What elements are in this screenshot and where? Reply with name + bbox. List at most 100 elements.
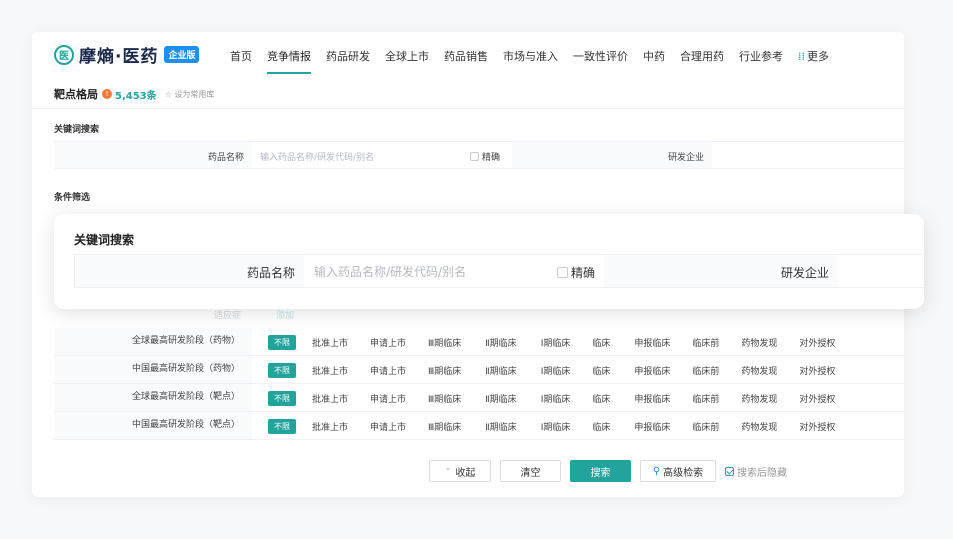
nav-item-drug-rd[interactable]: 药品研发	[326, 48, 370, 64]
collapse-label: 收起	[455, 467, 476, 479]
drug-name-placeholder: 输入药品名称/研发代码/别名	[260, 153, 375, 163]
company-input[interactable]	[712, 142, 904, 168]
nav-item-global-launch[interactable]: 全球上市	[385, 48, 429, 64]
phase-option[interactable]: 对外授权	[799, 420, 835, 433]
page-title: 靶点格局	[54, 88, 98, 101]
filter-section-title: 条件筛选	[54, 193, 91, 203]
unlimited-tag[interactable]: 不限	[268, 419, 296, 434]
nav-item-industry-ref[interactable]: 行业参考	[739, 48, 783, 64]
phase-option[interactable]: 批准上市	[312, 420, 348, 433]
phase-option[interactable]: Ⅱ期临床	[485, 336, 516, 349]
phase-option[interactable]: 申报临床	[634, 392, 670, 405]
phase-option[interactable]: 申报临床	[634, 336, 670, 349]
set-favorite-button[interactable]: ☆ 设为常用库	[165, 89, 215, 100]
phase-option[interactable]: 临床前	[692, 364, 719, 377]
keyword-section-title: 关键词搜索	[54, 125, 100, 135]
keyword-row: 药品名称 输入药品名称/研发代码/别名 精确 研发企业	[54, 141, 904, 169]
phase-option[interactable]: Ⅰ期临床	[541, 364, 571, 377]
nav-item-rational-use[interactable]: 合理用药	[680, 48, 724, 64]
unlimited-tag[interactable]: 不限	[268, 335, 296, 350]
unlimited-tag[interactable]: 不限	[268, 363, 296, 378]
phase-option[interactable]: 对外授权	[799, 392, 835, 405]
phase-option[interactable]: 临床前	[692, 420, 719, 433]
add-indication-link[interactable]: 添加	[276, 308, 294, 321]
nav-item-drug-sales[interactable]: 药品销售	[444, 48, 488, 64]
phase-options: 不限 批准上市 申请上市 Ⅲ期临床 Ⅱ期临床 Ⅰ期临床 临床 申报临床 临床前 …	[268, 391, 835, 406]
phase-option[interactable]: 批准上市	[312, 336, 348, 349]
phase-option[interactable]: 对外授权	[799, 336, 835, 349]
phase-option[interactable]: Ⅱ期临床	[485, 364, 516, 377]
phase-options: 不限 批准上市 申请上市 Ⅲ期临床 Ⅱ期临床 Ⅰ期临床 临床 申报临床 临床前 …	[268, 363, 835, 378]
exact-label: 精确	[482, 153, 501, 163]
phase-option[interactable]: Ⅰ期临床	[541, 392, 571, 405]
unlimited-tag[interactable]: 不限	[268, 391, 296, 406]
phase-option[interactable]: Ⅱ期临床	[485, 392, 516, 405]
phase-row-label: 全球最高研发阶段（药物）	[54, 328, 252, 355]
phase-option[interactable]: Ⅰ期临床	[541, 420, 571, 433]
nav-item-market-access[interactable]: 市场与准入	[503, 48, 558, 64]
phase-option[interactable]: 批准上市	[312, 364, 348, 377]
exact-checkbox[interactable]: 精确	[470, 150, 500, 163]
info-icon[interactable]: !	[102, 89, 112, 99]
advanced-search-label: 高级检索	[663, 467, 704, 479]
header-divider	[32, 108, 904, 109]
phase-option[interactable]: 药物发现	[741, 392, 777, 405]
brand-mark-icon: 医	[54, 44, 74, 65]
brand-logo[interactable]: 医 摩熵·医药 企业版	[54, 42, 200, 67]
collapse-button[interactable]: ⌃ 收起	[429, 460, 491, 482]
phase-option[interactable]: 临床	[592, 420, 610, 433]
hide-after-search-checkbox[interactable]: 搜索后隐藏	[725, 464, 787, 479]
phase-option[interactable]: 对外授权	[799, 364, 835, 377]
nav-item-tcm[interactable]: 中药	[643, 48, 665, 64]
phase-row-label: 中国最高研发阶段（药物）	[54, 356, 252, 383]
phase-option[interactable]: Ⅲ期临床	[428, 420, 461, 433]
nav-item-consistency-eval[interactable]: 一致性评价	[573, 48, 628, 64]
chevron-up-icon: ⌃	[444, 466, 452, 476]
popup-company-input[interactable]	[837, 255, 924, 287]
nav-more-label: 更多	[807, 50, 829, 63]
popup-company-label: 研发企业	[780, 266, 829, 280]
phase-option[interactable]: 申报临床	[634, 420, 670, 433]
phase-option[interactable]: 临床	[592, 364, 610, 377]
phase-option[interactable]: Ⅲ期临床	[428, 364, 461, 377]
phase-option[interactable]: Ⅰ期临床	[541, 336, 571, 349]
phase-option[interactable]: 药物发现	[741, 420, 777, 433]
phase-option[interactable]: 药物发现	[741, 364, 777, 377]
phase-option[interactable]: 申请上市	[370, 392, 406, 405]
result-count: 5,453条	[115, 90, 157, 102]
nav-item-home[interactable]: 首页	[230, 48, 252, 64]
phase-option[interactable]: 申报临床	[634, 364, 670, 377]
nav-item-competitive-intel[interactable]: 竞争情报	[267, 48, 311, 74]
search-button[interactable]: 搜索	[570, 460, 631, 482]
popup-drug-name-label: 药品名称	[246, 266, 295, 280]
drug-name-label: 药品名称	[207, 153, 244, 163]
phase-option[interactable]: 临床	[592, 336, 610, 349]
popup-exact-label: 精确	[571, 266, 596, 280]
phase-option[interactable]: 申请上市	[370, 420, 406, 433]
advanced-search-button[interactable]: ⚲ 高级检索	[640, 460, 716, 482]
enterprise-badge: 企业版	[164, 46, 200, 63]
star-icon: ☆	[164, 89, 172, 99]
checkbox-icon	[557, 267, 568, 278]
top-nav: 医 摩熵·医药 企业版 首页 竞争情报 药品研发 全球上市 药品销售 市场与准入…	[32, 32, 904, 78]
phase-row-label: 全球最高研发阶段（靶点）	[54, 384, 252, 411]
popup-keyword-row: 药品名称 输入药品名称/研发代码/别名 精确 研发企业	[74, 254, 924, 288]
hide-after-search-label: 搜索后隐藏	[737, 467, 787, 479]
phase-option[interactable]: 临床	[592, 392, 610, 405]
popup-title: 关键词搜索	[74, 233, 135, 247]
phase-option[interactable]: 临床前	[692, 336, 719, 349]
nav-item-more[interactable]: ⁞⁞ 更多	[798, 48, 829, 64]
phase-option[interactable]: Ⅲ期临床	[428, 392, 461, 405]
popup-exact-checkbox[interactable]: 精确	[557, 264, 595, 281]
phase-option[interactable]: Ⅲ期临床	[428, 336, 461, 349]
phase-option[interactable]: 药物发现	[741, 336, 777, 349]
phase-options: 不限 批准上市 申请上市 Ⅲ期临床 Ⅱ期临床 Ⅰ期临床 临床 申报临床 临床前 …	[268, 419, 835, 434]
clear-button[interactable]: 清空	[500, 460, 561, 482]
keyword-search-zoom-panel: 关键词搜索 药品名称 输入药品名称/研发代码/别名 精确 研发企业	[54, 214, 924, 309]
phase-option[interactable]: 申请上市	[370, 364, 406, 377]
phase-row-china-drug: 中国最高研发阶段（药物） 不限 批准上市 申请上市 Ⅲ期临床 Ⅱ期临床 Ⅰ期临床…	[54, 356, 904, 384]
phase-option[interactable]: 批准上市	[312, 392, 348, 405]
phase-option[interactable]: Ⅱ期临床	[485, 420, 516, 433]
phase-option[interactable]: 临床前	[692, 392, 719, 405]
phase-option[interactable]: 申请上市	[370, 336, 406, 349]
